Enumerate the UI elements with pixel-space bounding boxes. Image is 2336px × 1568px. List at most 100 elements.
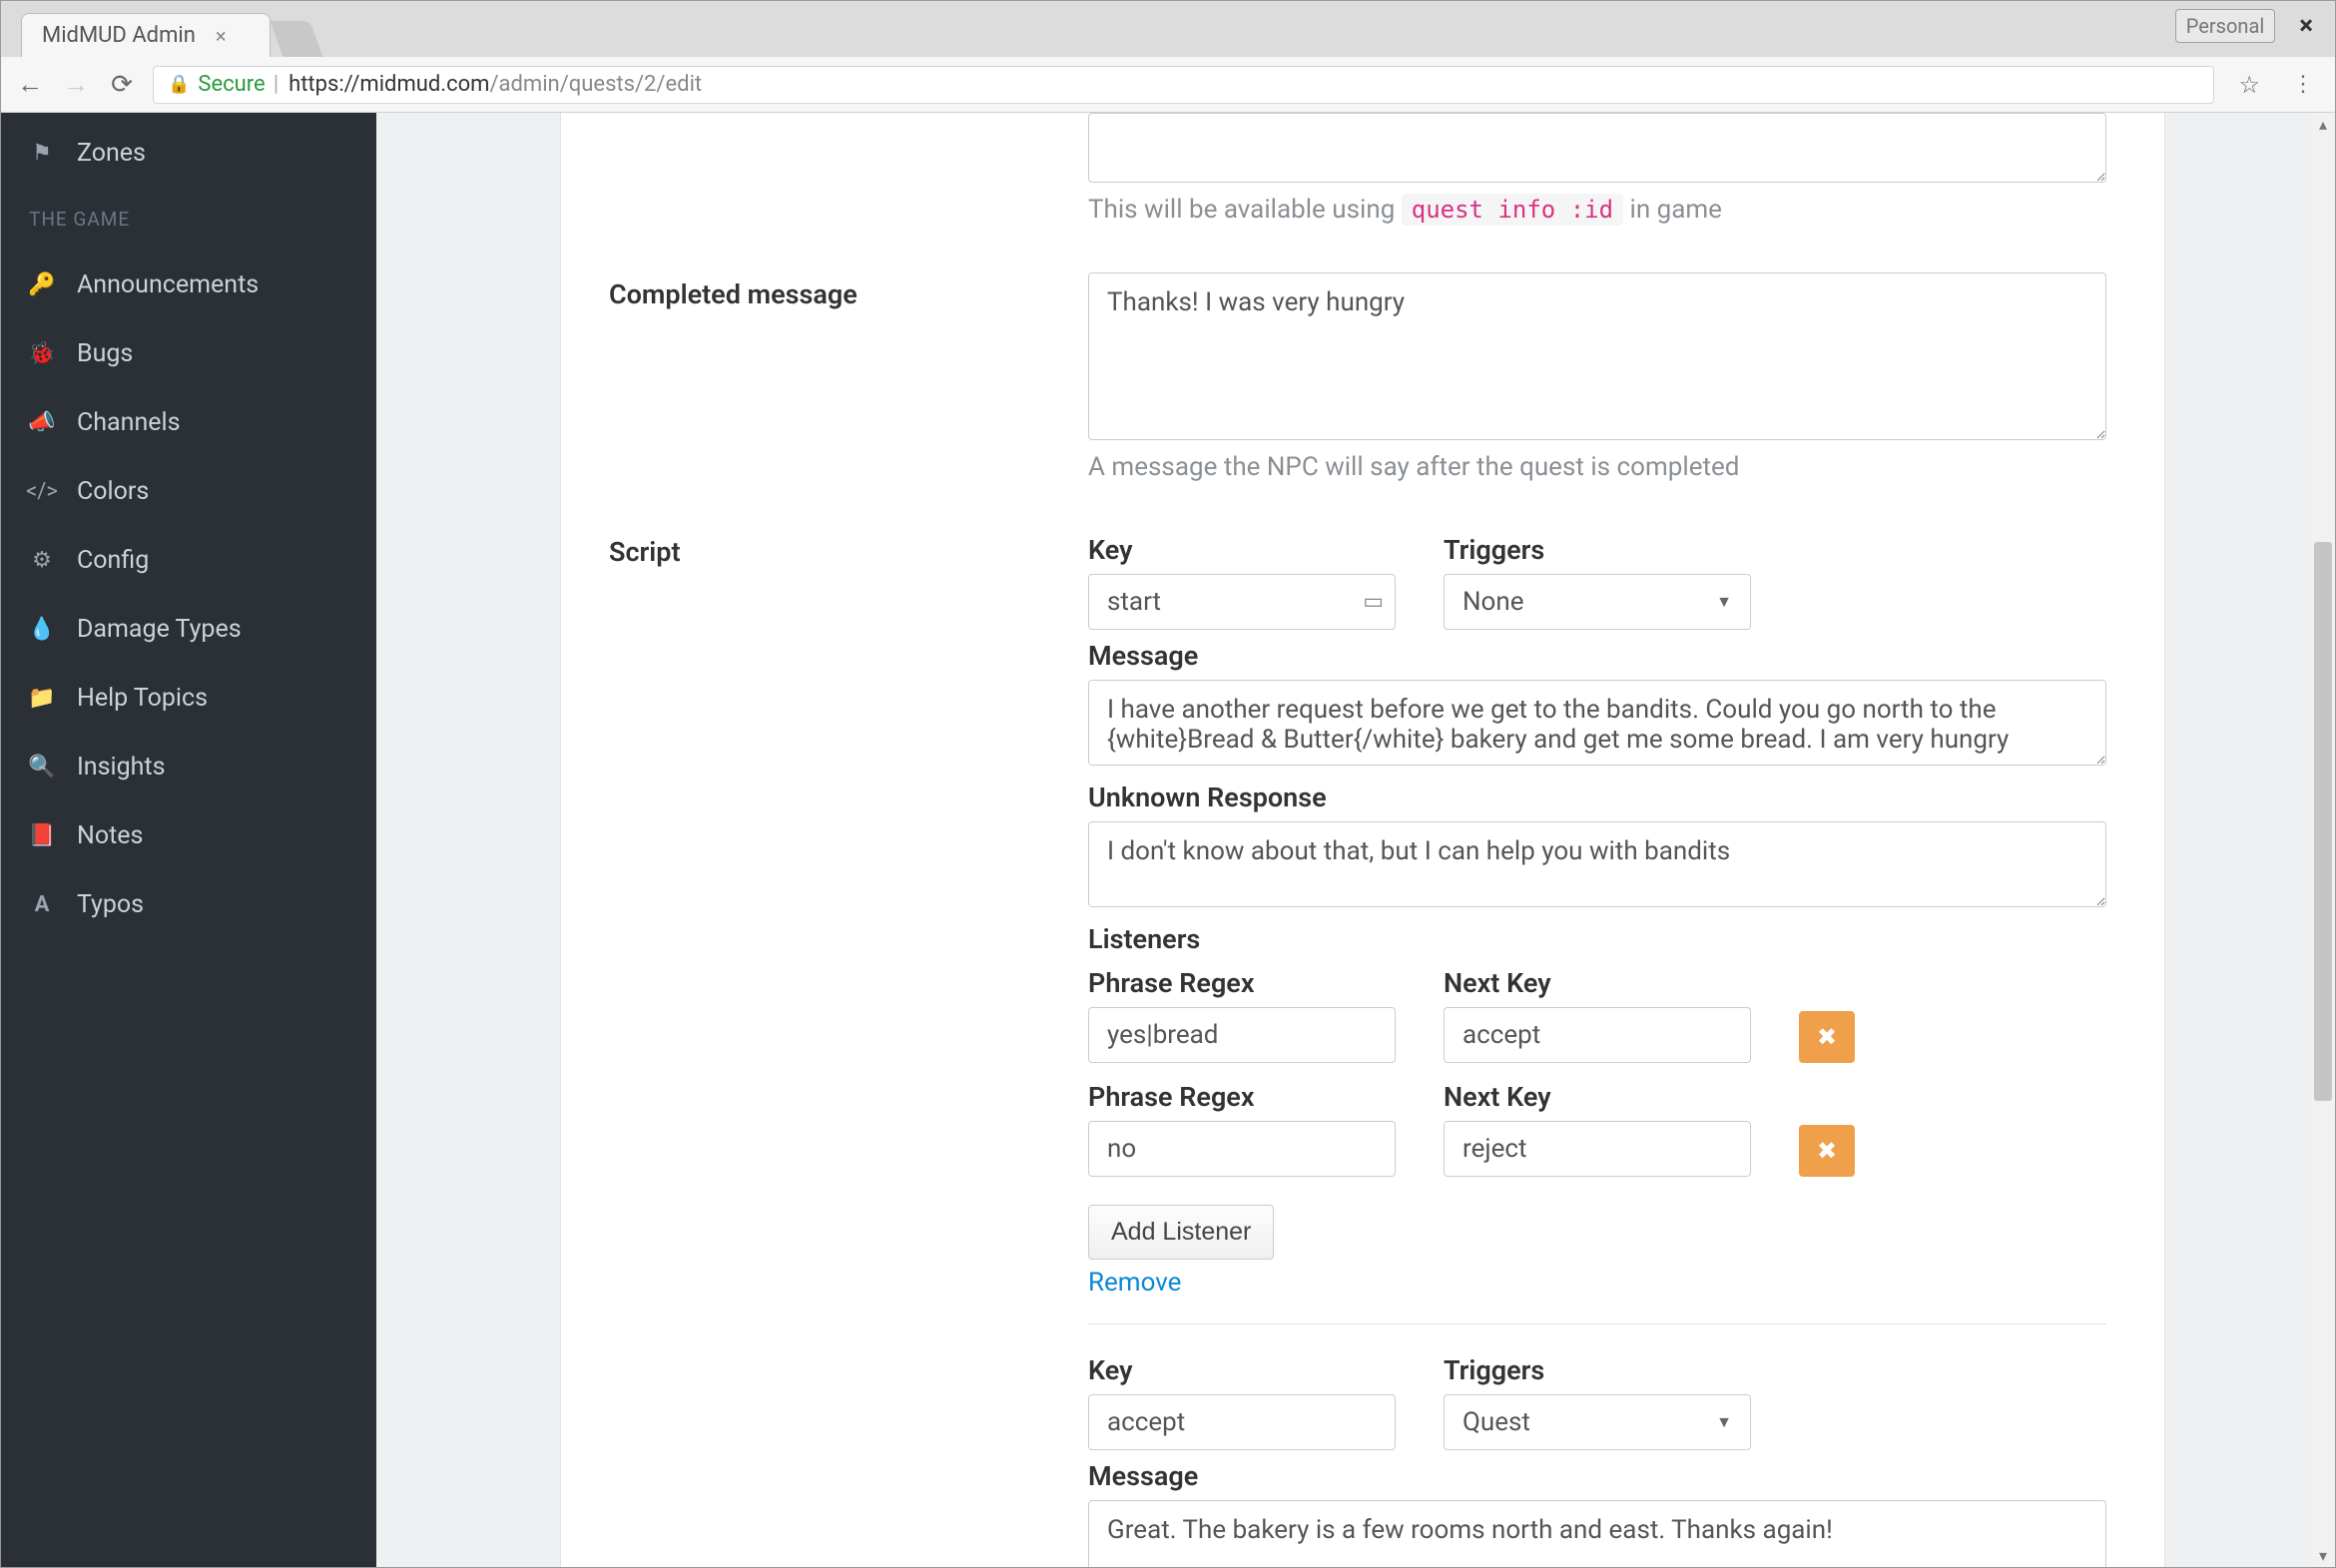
- triggers-value: None: [1462, 587, 1524, 617]
- chevron-down-icon: ▼: [1716, 1412, 1732, 1432]
- scroll-thumb[interactable]: [2314, 542, 2332, 1101]
- bullhorn-icon: 📣: [29, 410, 55, 436]
- sidebar-item-bugs[interactable]: 🐞 Bugs: [1, 319, 376, 388]
- sidebar-item-label: Typos: [77, 890, 144, 919]
- url-path: /admin/quests/2/edit: [489, 72, 702, 97]
- content: This will be available using quest info …: [376, 113, 2335, 1567]
- url-protocol: https: [289, 72, 338, 97]
- browser-tab[interactable]: MidMUD Admin ×: [21, 13, 271, 57]
- sidebar-item-label: Announcements: [77, 270, 259, 299]
- unknown-response-label: Unknown Response: [1088, 782, 2106, 813]
- sidebar-item-config[interactable]: ⚙ Config: [1, 526, 376, 595]
- sidebar-item-zones[interactable]: ⚑ Zones: [1, 119, 376, 188]
- key-label: Key: [1088, 1354, 1396, 1386]
- window-close-icon[interactable]: ×: [2285, 11, 2327, 41]
- close-icon[interactable]: ×: [216, 24, 227, 48]
- delete-listener-button[interactable]: ✖: [1799, 1125, 1855, 1177]
- message-textarea[interactable]: [1088, 1500, 2106, 1567]
- sidebar-item-label: Help Topics: [77, 684, 208, 713]
- phrase-regex-label: Phrase Regex: [1088, 967, 1396, 999]
- code-icon: </>: [29, 479, 55, 505]
- next-key-input[interactable]: [1444, 1007, 1751, 1063]
- next-key-label: Next Key: [1444, 967, 1751, 999]
- sidebar-item-typos[interactable]: A Typos: [1, 870, 376, 939]
- profile-badge[interactable]: Personal: [2175, 9, 2275, 43]
- new-tab-button[interactable]: [270, 21, 322, 57]
- triggers-select[interactable]: Quest ▼: [1444, 1394, 1751, 1450]
- key-input[interactable]: [1088, 1394, 1396, 1450]
- completed-help-text: A message the NPC will say after the que…: [1088, 452, 2106, 482]
- phrase-regex-label: Phrase Regex: [1088, 1081, 1396, 1113]
- window-controls: Personal ×: [2175, 9, 2327, 43]
- back-icon[interactable]: ←: [15, 69, 45, 100]
- scroll-up-icon[interactable]: ▴: [2311, 115, 2335, 134]
- app: ⚑ Zones THE GAME 🔑 Announcements 🐞 Bugs …: [1, 113, 2335, 1567]
- browser-window: MidMUD Admin × Personal × ← → ⟳ 🔒 Secure…: [0, 0, 2336, 1568]
- url-field[interactable]: 🔒 Secure | https ://midmud.com /admin/qu…: [153, 66, 2214, 104]
- sidebar-item-label: Config: [77, 546, 149, 575]
- book-icon: 📕: [29, 823, 55, 849]
- remove-script-link[interactable]: Remove: [1088, 1268, 2106, 1298]
- bug-icon: 🐞: [29, 341, 55, 367]
- chevron-down-icon: ▼: [1716, 592, 1732, 612]
- sidebar-item-colors[interactable]: </> Colors: [1, 457, 376, 526]
- forward-icon: →: [61, 69, 91, 100]
- reload-icon[interactable]: ⟳: [107, 70, 137, 100]
- unknown-response-textarea[interactable]: [1088, 821, 2106, 907]
- url-separator: |: [274, 72, 279, 97]
- listener-row: Phrase Regex Next Key ✖: [1088, 1077, 2106, 1177]
- listeners-label: Listeners: [1088, 923, 2106, 955]
- url-bar: ← → ⟳ 🔒 Secure | https ://midmud.com /ad…: [1, 57, 2335, 113]
- search-icon: 🔍: [29, 755, 55, 781]
- message-label: Message: [1088, 1460, 2106, 1492]
- contact-icon: ▭: [1363, 590, 1384, 615]
- add-listener-button[interactable]: Add Listener: [1088, 1205, 1274, 1260]
- lock-icon: 🔒: [168, 74, 190, 95]
- gears-icon: ⚙: [29, 548, 55, 574]
- sidebar-section: THE GAME: [1, 188, 376, 251]
- message-textarea[interactable]: [1088, 680, 2106, 766]
- phrase-regex-input[interactable]: [1088, 1007, 1396, 1063]
- triggers-label: Triggers: [1444, 1354, 1751, 1386]
- sidebar-item-label: Notes: [77, 821, 143, 850]
- tint-icon: 💧: [29, 617, 55, 643]
- divider: [1088, 1323, 2106, 1324]
- delete-listener-button[interactable]: ✖: [1799, 1011, 1855, 1063]
- completed-message-textarea[interactable]: [1088, 272, 2106, 440]
- url-host: ://midmud.com: [338, 72, 489, 97]
- sidebar-item-notes[interactable]: 📕 Notes: [1, 801, 376, 870]
- sidebar-item-help-topics[interactable]: 📁 Help Topics: [1, 664, 376, 733]
- message-label: Message: [1088, 640, 2106, 672]
- listener-row: Phrase Regex Next Key ✖: [1088, 963, 2106, 1063]
- info-help-text: This will be available using quest info …: [1088, 195, 2106, 225]
- key-icon: 🔑: [29, 272, 55, 298]
- tab-title: MidMUD Admin: [42, 23, 196, 48]
- phrase-regex-input[interactable]: [1088, 1121, 1396, 1177]
- key-input[interactable]: [1088, 574, 1396, 630]
- sidebar-item-insights[interactable]: 🔍 Insights: [1, 733, 376, 801]
- sidebar-item-label: Colors: [77, 477, 149, 506]
- sidebar-item-label: Bugs: [77, 339, 133, 368]
- script-label: Script: [609, 530, 1088, 1567]
- triggers-label: Triggers: [1444, 534, 1751, 566]
- sidebar-item-announcements[interactable]: 🔑 Announcements: [1, 251, 376, 319]
- form-panel: This will be available using quest info …: [560, 113, 2165, 1567]
- bookmark-icon[interactable]: ☆: [2230, 71, 2268, 99]
- close-icon: ✖: [1817, 1023, 1837, 1052]
- triggers-select[interactable]: None ▼: [1444, 574, 1751, 630]
- tab-strip: MidMUD Admin × Personal ×: [1, 1, 2335, 57]
- folder-icon: 📁: [29, 686, 55, 712]
- sidebar-item-channels[interactable]: 📣 Channels: [1, 388, 376, 457]
- sidebar-item-damage-types[interactable]: 💧 Damage Types: [1, 595, 376, 664]
- next-key-label: Next Key: [1444, 1081, 1751, 1113]
- key-label: Key: [1088, 534, 1396, 566]
- info-textarea[interactable]: [1088, 113, 2106, 183]
- sidebar-item-label: Damage Types: [77, 615, 242, 644]
- next-key-input[interactable]: [1444, 1121, 1751, 1177]
- menu-icon[interactable]: ⋮: [2284, 72, 2321, 97]
- scroll-down-icon[interactable]: ▾: [2311, 1546, 2335, 1565]
- sidebar-item-label: Insights: [77, 753, 165, 782]
- triggers-value: Quest: [1462, 1407, 1530, 1437]
- scrollbar[interactable]: ▴ ▾: [2311, 113, 2335, 1567]
- secure-label: Secure: [198, 72, 265, 97]
